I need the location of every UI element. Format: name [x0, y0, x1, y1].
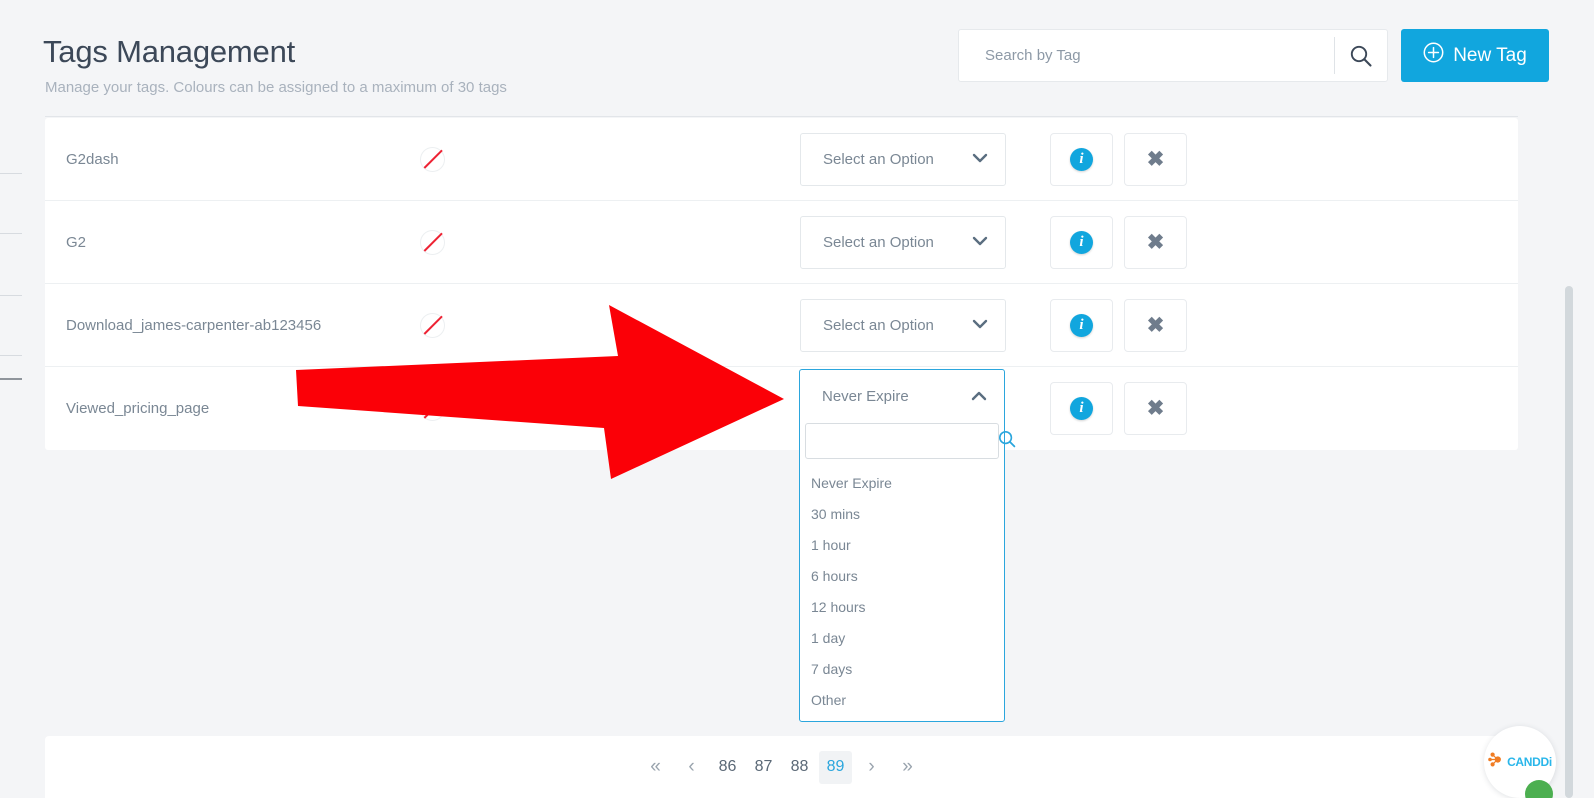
- expiry-select[interactable]: Select an Option: [800, 215, 1006, 269]
- close-x-icon: ✖: [1146, 147, 1165, 171]
- tag-actions-cell: i ✖: [1050, 298, 1187, 352]
- chevron-up-icon: [971, 388, 987, 406]
- search-tag-box[interactable]: [958, 29, 1388, 82]
- edge-stub-2: [0, 233, 22, 234]
- plus-circle-icon: [1423, 42, 1444, 69]
- close-x-icon: ✖: [1146, 313, 1165, 337]
- tag-colour-cell: [420, 312, 800, 338]
- dropdown-option-6-hours[interactable]: 6 hours: [800, 560, 1004, 591]
- colour-swatch-empty-icon[interactable]: [420, 312, 445, 338]
- expiry-dropdown-toggle[interactable]: Never Expire: [800, 370, 1004, 423]
- pagination-next-button[interactable]: ›: [855, 751, 888, 784]
- pagination-first-button[interactable]: «: [639, 751, 672, 784]
- pagination-last-button[interactable]: »: [891, 751, 924, 784]
- pagination-page-87[interactable]: 87: [747, 751, 780, 784]
- dropdown-filter-wrap: [800, 423, 1016, 459]
- expiry-dropdown-value: Never Expire: [822, 388, 909, 405]
- tag-colour-cell: [420, 146, 800, 172]
- tags-table: G2dash Select an Option i ✖ G2 Select an…: [45, 118, 1518, 450]
- search-icon: [1348, 43, 1374, 69]
- tag-info-button[interactable]: i: [1050, 215, 1113, 269]
- expiry-dropdown-open: Never Expire Never Expire 30 mins 1 hour…: [799, 369, 1016, 722]
- tag-delete-button[interactable]: ✖: [1124, 298, 1187, 352]
- tag-colour-cell: [420, 396, 800, 421]
- edge-stub-active: [0, 378, 22, 380]
- edge-stub-3: [0, 295, 22, 296]
- chevron-down-icon: [972, 150, 988, 168]
- tag-actions-cell: i ✖: [1050, 132, 1187, 186]
- dropdown-option-7-days[interactable]: 7 days: [800, 653, 1004, 684]
- edge-stub-1: [0, 173, 22, 174]
- info-icon: i: [1070, 313, 1093, 337]
- pagination-page-86[interactable]: 86: [711, 751, 744, 784]
- dropdown-option-never-expire[interactable]: Never Expire: [800, 467, 1004, 498]
- tag-info-button[interactable]: i: [1050, 382, 1113, 435]
- info-icon: i: [1070, 230, 1093, 254]
- page-subtitle: Manage your tags. Colours can be assigne…: [45, 79, 507, 96]
- chevron-down-icon: [972, 233, 988, 251]
- dropdown-option-list: Never Expire 30 mins 1 hour 6 hours 12 h…: [800, 459, 1004, 715]
- search-input[interactable]: [959, 30, 1334, 81]
- tag-actions-cell: i ✖: [1050, 382, 1187, 435]
- tag-delete-button[interactable]: ✖: [1124, 382, 1187, 435]
- edge-stub-4: [0, 355, 22, 356]
- table-row: G2dash Select an Option i ✖: [45, 118, 1518, 201]
- expiry-select-value: Select an Option: [823, 150, 934, 168]
- pagination: « ‹ 86 87 88 89 › »: [45, 736, 1518, 798]
- expiry-select-value: Select an Option: [823, 316, 934, 334]
- info-icon: i: [1070, 397, 1093, 420]
- dropdown-filter-box[interactable]: [805, 423, 1016, 459]
- tag-name: G2: [66, 233, 87, 251]
- search-submit-button[interactable]: [1335, 30, 1387, 81]
- dropdown-option-1-day[interactable]: 1 day: [800, 622, 1004, 653]
- expiry-select-value: Select an Option: [823, 233, 934, 251]
- new-tag-button[interactable]: New Tag: [1401, 29, 1549, 82]
- tag-expiry-cell: Select an Option: [800, 215, 1050, 269]
- new-tag-label: New Tag: [1453, 44, 1527, 66]
- tag-expiry-cell: Select an Option: [800, 132, 1050, 186]
- chevron-down-icon: [972, 316, 988, 334]
- pagination-page-89-active[interactable]: 89: [819, 750, 852, 784]
- colour-swatch-empty-icon[interactable]: [420, 229, 445, 255]
- dropdown-option-other[interactable]: Other: [800, 684, 1004, 715]
- table-row: Download_james-carpenter-ab123456 Select…: [45, 284, 1518, 367]
- expiry-select[interactable]: Select an Option: [800, 132, 1006, 186]
- canddi-molecule-icon: [1488, 751, 1505, 773]
- tag-name: Viewed_pricing_page: [66, 400, 210, 417]
- expiry-select[interactable]: Select an Option: [800, 298, 1006, 352]
- dropdown-option-12-hours[interactable]: 12 hours: [800, 591, 1004, 622]
- table-row: G2 Select an Option i ✖: [45, 201, 1518, 284]
- dropdown-option-30-mins[interactable]: 30 mins: [800, 498, 1004, 529]
- page-header: Tags Management Manage your tags. Colour…: [0, 0, 1594, 117]
- pagination-prev-button[interactable]: ‹: [675, 751, 708, 784]
- colour-swatch-empty-icon[interactable]: [420, 146, 445, 172]
- tag-delete-button[interactable]: ✖: [1124, 132, 1187, 186]
- search-icon[interactable]: [997, 429, 1017, 454]
- dropdown-option-1-hour[interactable]: 1 hour: [800, 529, 1004, 560]
- close-x-icon: ✖: [1146, 230, 1165, 254]
- tag-expiry-cell: Select an Option: [800, 298, 1050, 352]
- tag-colour-cell: [420, 229, 800, 255]
- tag-info-button[interactable]: i: [1050, 132, 1113, 186]
- page-scrollbar-thumb[interactable]: [1565, 286, 1573, 798]
- tags-management-page: Tags Management Manage your tags. Colour…: [0, 0, 1594, 798]
- dropdown-filter-input[interactable]: [816, 433, 997, 449]
- colour-swatch-empty-icon[interactable]: [420, 396, 445, 421]
- tag-name: G2dash: [66, 150, 119, 168]
- info-icon: i: [1070, 147, 1093, 171]
- close-x-icon: ✖: [1146, 397, 1165, 420]
- pagination-page-88[interactable]: 88: [783, 751, 816, 784]
- header-divider: [45, 116, 1518, 117]
- tag-info-button[interactable]: i: [1050, 298, 1113, 352]
- page-title: Tags Management: [43, 34, 296, 69]
- canddi-logo-text: CANDDi: [1507, 755, 1552, 769]
- tag-delete-button[interactable]: ✖: [1124, 215, 1187, 269]
- tag-name: Download_james-carpenter-ab123456: [66, 316, 322, 334]
- tag-actions-cell: i ✖: [1050, 215, 1187, 269]
- table-row: Viewed_pricing_page i ✖: [45, 367, 1518, 450]
